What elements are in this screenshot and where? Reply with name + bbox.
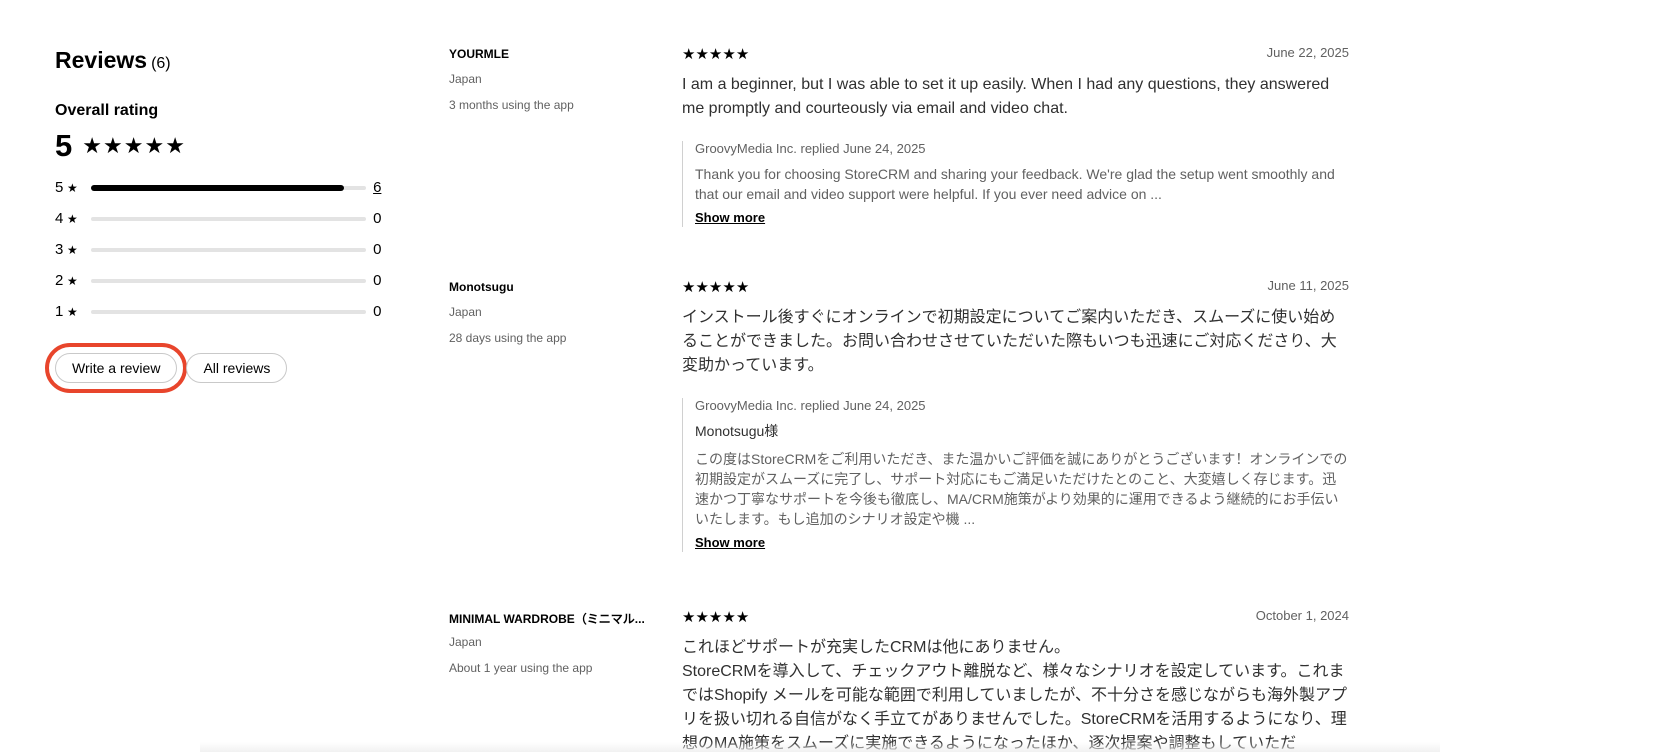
star-icon: ★ [722,609,736,626]
review-date: June 11, 2025 [1267,278,1349,293]
star-icon: ★ [123,133,145,158]
all-reviews-button[interactable]: All reviews [186,353,288,383]
reviews-title-text: Reviews [55,47,148,73]
star-icon: ★ [82,133,103,158]
star-icon: ★ [682,279,696,296]
star-icon: ★ [735,609,750,626]
reviews-sidebar: Reviews (6) Overall rating 5 ★ ★ ★ ★ ★ 5 ★ 6 … [44,42,385,393]
show-more-link[interactable]: Show more [695,535,765,550]
rating-count: 0 [373,210,382,227]
star-icon: ★ [682,46,696,63]
rating-count: 0 [373,303,382,320]
star-icon: ★ [165,133,186,158]
star-icon: ★ [66,304,78,319]
review-body: ★★★★★ October 1, 2024 これほどサポートが充実したCRMは他… [682,608,1349,756]
rating-level: 2 [55,272,64,289]
review-usage: 3 months using the app [449,98,574,112]
review-country: Japan [449,635,482,649]
star-icon: ★ [735,46,750,63]
rating-distribution: 5 ★ 6 4 ★ 0 3 ★ 0 2 ★ 0 1 ★ 0 [55,172,385,327]
reviews-count: (6) [151,55,171,72]
review-stars: ★★★★★ [682,278,1349,296]
rating-level: 1 [55,303,64,320]
star-icon: ★ [66,242,78,257]
star-icon: ★ [695,46,709,63]
write-review-button[interactable]: Write a review [44,343,188,393]
overall-rating: 5 ★ ★ ★ ★ ★ [55,128,385,164]
rating-level: 3 [55,241,64,258]
star-icon: ★ [695,609,709,626]
star-icon: ★ [708,609,723,626]
star-icon: ★ [66,273,78,288]
rating-count-link[interactable]: 6 [373,179,385,196]
reviews-title: Reviews (6) [55,42,385,82]
bottom-fade [200,742,1440,752]
rating-row-1: 1 ★ 0 [55,296,385,327]
developer-reply: GroovyMedia Inc. replied June 24, 2025 M… [682,398,1349,552]
overall-stars: ★ ★ ★ ★ ★ [82,133,186,159]
review-usage: 28 days using the app [449,331,567,345]
rating-level: 5 [55,179,64,196]
rating-level: 4 [55,210,64,227]
star-icon: ★ [735,279,750,296]
star-icon: ★ [66,180,78,195]
rating-bar [90,278,367,283]
review-author: Monotsugu [449,280,514,294]
review-text: インストール後すぐにオンラインで初期設定についてご案内いただき、スムーズに使い始… [682,309,1337,374]
rating-row-3: 3 ★ 0 [55,234,385,265]
rating-bar [90,309,367,314]
review-usage: About 1 year using the app [449,661,593,675]
overall-rating-label: Overall rating [55,102,159,119]
reply-header: GroovyMedia Inc. replied June 24, 2025 [695,141,926,156]
rating-bar [90,184,367,191]
review-body: ★★★★★ June 22, 2025 I am a beginner, but… [682,45,1349,227]
star-icon: ★ [708,46,723,63]
star-icon: ★ [66,211,78,226]
star-icon: ★ [695,279,709,296]
rating-count: 0 [373,241,382,258]
review-stars: ★★★★★ [682,608,1349,626]
review-date: June 22, 2025 [1266,45,1349,60]
developer-reply: GroovyMedia Inc. replied June 24, 2025 T… [682,141,1349,227]
rating-count: 0 [373,272,382,289]
reply-greeting: Monotsugu様 [695,423,779,439]
star-icon: ★ [708,279,723,296]
review-date: October 1, 2024 [1255,608,1349,623]
star-icon: ★ [682,609,696,626]
review-country: Japan [449,72,482,86]
review-actions: Write a review All reviews [44,343,385,393]
review-author: YOURMLE [449,47,509,61]
review-stars: ★★★★★ [682,45,1349,63]
rating-bar-fill [90,184,345,191]
review-body: ★★★★★ June 11, 2025 インストール後すぐにオンラインで初期設定… [682,278,1349,552]
rating-bar [90,216,367,221]
star-icon: ★ [722,46,736,63]
review-text: I am a beginner, but I was able to set i… [682,76,1330,117]
rating-bar [90,247,367,252]
review-author: MINIMAL WARDROBE（ミニマル... [449,612,645,626]
rating-row-5[interactable]: 5 ★ 6 [55,172,385,203]
show-more-link[interactable]: Show more [695,210,765,225]
review-country: Japan [449,305,482,319]
reply-header: GroovyMedia Inc. replied June 24, 2025 [695,398,926,413]
overall-score: 5 [55,128,73,163]
review-text: これほどサポートが充実したCRMは他にありません。 StoreCRMを導入して、… [682,639,1348,752]
reply-text: この度はStoreCRMをご利用いただき、また温かいご評価を誠にありがとうござい… [695,451,1348,527]
star-icon: ★ [102,133,124,158]
star-icon: ★ [722,279,736,296]
reply-text: Thank you for choosing StoreCRM and shar… [695,166,1335,202]
rating-row-4: 4 ★ 0 [55,203,385,234]
rating-row-2: 2 ★ 0 [55,265,385,296]
star-icon: ★ [144,133,166,158]
